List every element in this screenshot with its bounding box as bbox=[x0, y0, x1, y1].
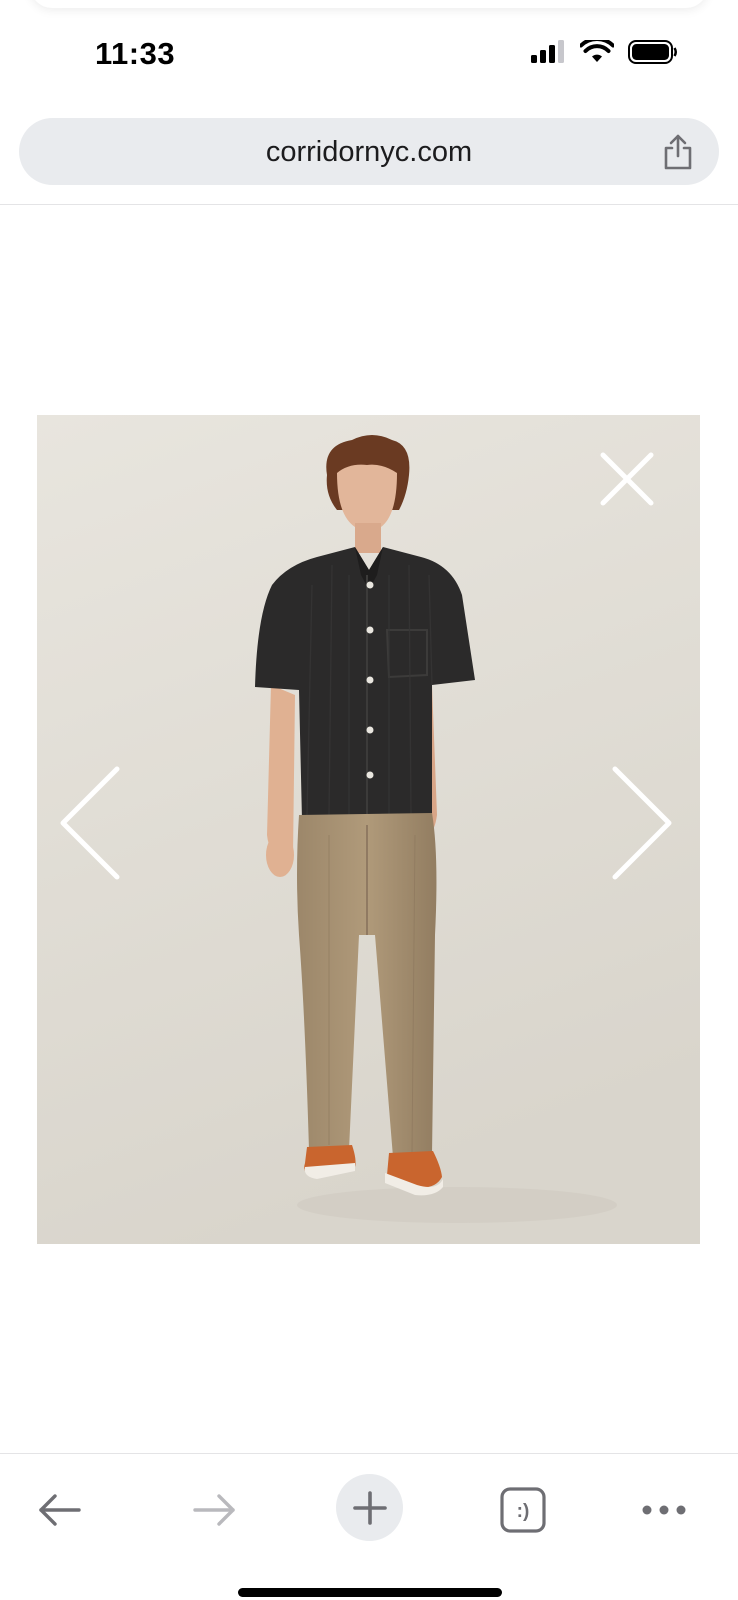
top-sheet-edge bbox=[30, 0, 708, 8]
address-url[interactable]: corridornyc.com bbox=[19, 136, 719, 169]
wifi-icon bbox=[580, 40, 614, 62]
plus-icon bbox=[352, 1490, 387, 1525]
arrow-right-icon bbox=[193, 1494, 235, 1526]
address-bar[interactable]: corridornyc.com bbox=[19, 118, 719, 185]
status-icons bbox=[530, 40, 678, 64]
close-icon[interactable] bbox=[595, 447, 659, 511]
status-time: 11:33 bbox=[95, 36, 176, 71]
new-tab-button[interactable] bbox=[336, 1474, 403, 1541]
browser-toolbar: :) bbox=[0, 1453, 738, 1600]
tabs-label: :) bbox=[517, 1501, 530, 1522]
forward-button[interactable] bbox=[184, 1480, 244, 1540]
home-indicator[interactable] bbox=[238, 1588, 502, 1597]
cellular-signal-icon bbox=[531, 40, 564, 63]
header-divider bbox=[0, 204, 738, 205]
browser-screen: 11:33 corridornyc.com:) bbox=[0, 0, 738, 1600]
share-icon[interactable] bbox=[661, 133, 695, 171]
more-icon bbox=[642, 1505, 686, 1515]
tabs-icon: :) bbox=[500, 1487, 546, 1533]
product-photo bbox=[37, 415, 700, 1244]
chevron-left-icon[interactable] bbox=[55, 763, 125, 883]
more-button[interactable] bbox=[634, 1480, 694, 1540]
chevron-right-icon[interactable] bbox=[607, 763, 677, 883]
tabs-button[interactable]: :) bbox=[493, 1480, 553, 1540]
status-bar: 11:33 bbox=[0, 30, 738, 80]
battery-icon bbox=[628, 40, 677, 64]
product-lightbox bbox=[37, 415, 700, 1244]
arrow-left-icon bbox=[39, 1494, 81, 1526]
back-button[interactable] bbox=[30, 1480, 90, 1540]
